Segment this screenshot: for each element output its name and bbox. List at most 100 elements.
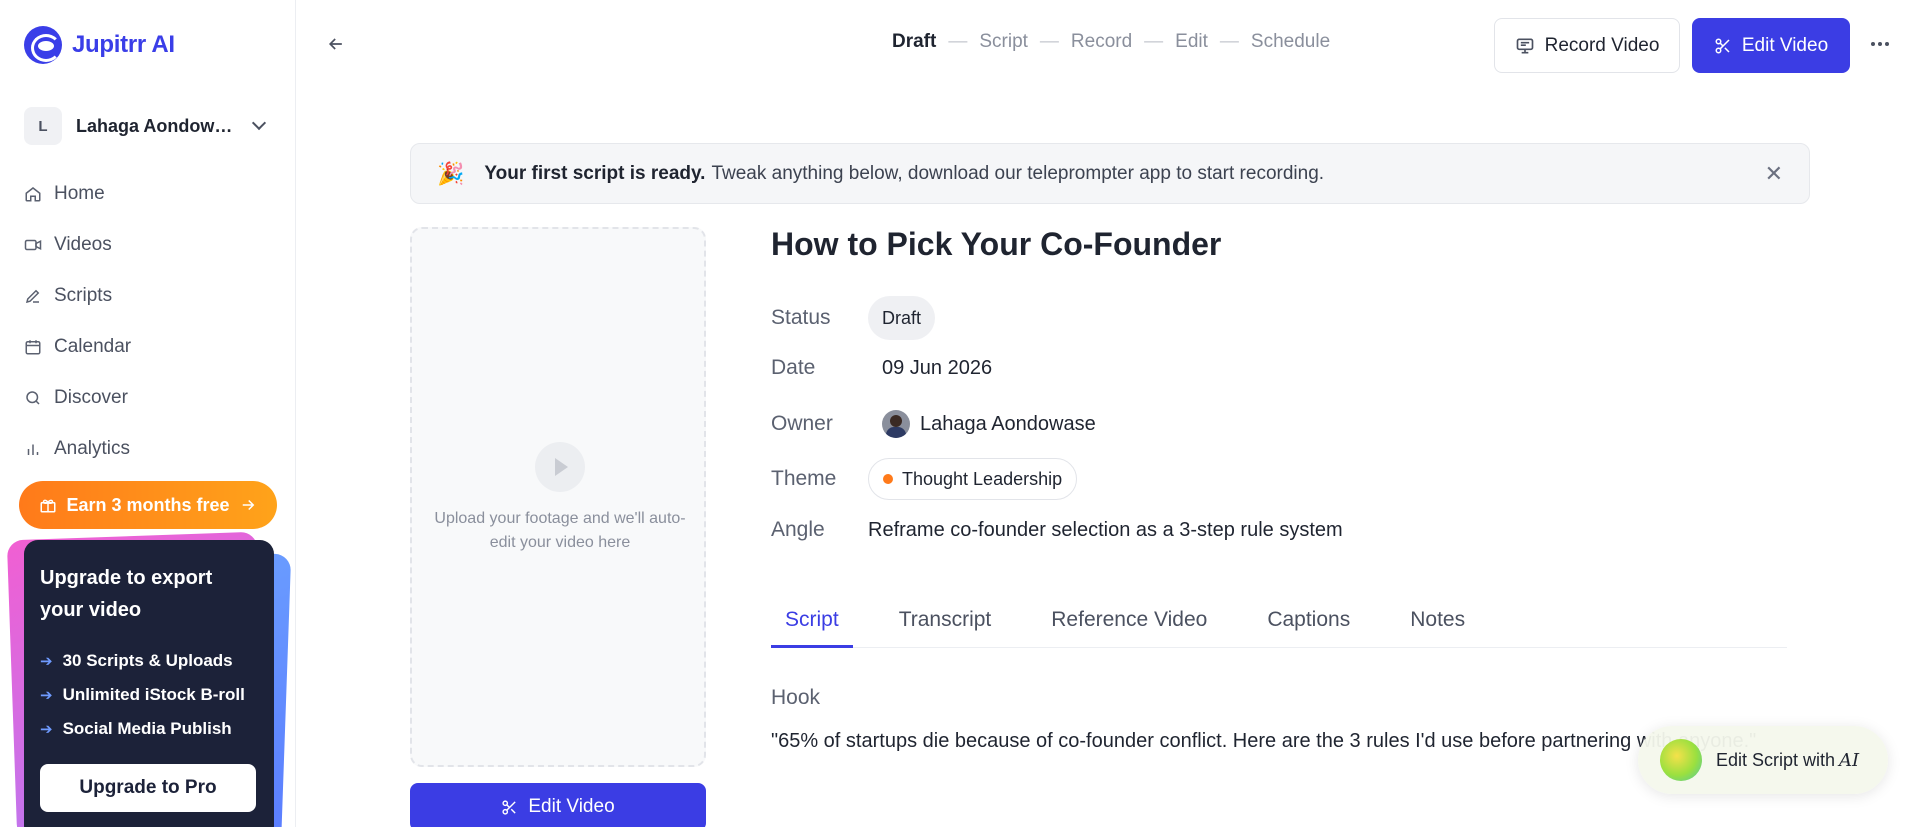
list-item: ➔ Social Media Publish xyxy=(40,712,258,746)
upgrade-to-pro-button[interactable]: Upgrade to Pro xyxy=(40,764,256,812)
owner-label: Owner xyxy=(771,412,833,435)
sidebar-item-videos[interactable]: Videos xyxy=(24,219,274,270)
banner-text: Tweak anything below, download our telep… xyxy=(711,162,1325,184)
home-icon xyxy=(25,186,41,201)
banner-title: Your first script is ready. xyxy=(484,162,706,184)
owner-row: Owner Lahaga Aondowase xyxy=(771,410,1671,438)
close-icon[interactable]: ✕ xyxy=(1765,161,1783,187)
edit-video-button[interactable]: Edit Video xyxy=(1692,18,1850,73)
edit-video-bottom-button[interactable]: Edit Video xyxy=(410,783,706,827)
status-badge[interactable]: Draft xyxy=(868,296,936,340)
script-ready-banner: 🎉 Your first script is ready. Tweak anyt… xyxy=(410,143,1810,204)
ai-button-label: Edit Script with AI xyxy=(1716,750,1859,771)
step-separator: — xyxy=(1219,31,1239,52)
edit-video-label: Edit Video xyxy=(528,796,615,817)
angle-label: Angle xyxy=(771,518,825,541)
more-options-button[interactable] xyxy=(1866,30,1894,58)
theme-badge[interactable]: Thought Leadership xyxy=(868,458,1078,500)
edit-video-label: Edit Video xyxy=(1741,34,1829,56)
feature-label: Social Media Publish xyxy=(62,719,232,738)
sidebar-item-home[interactable]: Home xyxy=(24,168,274,219)
more-dot xyxy=(1878,42,1882,46)
sidebar-item-label: Analytics xyxy=(54,437,131,459)
ai-button-text: Edit Script with xyxy=(1716,749,1836,770)
sidebar-item-label: Calendar xyxy=(54,335,132,357)
record-video-button[interactable]: Record Video xyxy=(1494,18,1680,73)
list-item: ➔ Unlimited iStock B-roll xyxy=(40,678,258,712)
tab-script[interactable]: Script xyxy=(771,602,853,648)
sidebar-item-calendar[interactable]: Calendar xyxy=(24,321,274,372)
tab-notes[interactable]: Notes xyxy=(1396,602,1479,648)
theme-label: Theme xyxy=(771,467,837,490)
calendar-icon xyxy=(25,339,41,354)
more-dot xyxy=(1871,42,1875,46)
search-icon xyxy=(26,390,40,405)
workspace-avatar: L xyxy=(24,107,62,145)
workspace-name: Lahaga Aondowase xyxy=(76,115,236,136)
theme-row: Theme Thought Leadership xyxy=(771,458,1671,500)
edit-script-with-ai-button[interactable]: Edit Script with AI xyxy=(1638,726,1888,794)
sidebar-item-scripts[interactable]: Scripts xyxy=(24,270,274,321)
upgrade-card: Upgrade to export your video ➔ 30 Scripts… xyxy=(24,540,274,827)
gift-icon xyxy=(40,499,56,513)
logo[interactable]: Jupitrr AI xyxy=(24,26,175,64)
step-separator: — xyxy=(1039,31,1059,52)
party-popper-icon: 🎉 xyxy=(437,160,465,186)
arrow-right-icon xyxy=(242,499,254,511)
owner-name[interactable]: Lahaga Aondowase xyxy=(920,413,1096,436)
step-script[interactable]: Script xyxy=(979,31,1028,53)
record-video-label: Record Video xyxy=(1544,34,1660,56)
tab-transcript[interactable]: Transcript xyxy=(885,602,1006,648)
step-draft[interactable]: Draft xyxy=(892,31,936,53)
sidebar-item-label: Videos xyxy=(54,233,112,255)
sidebar: Jupitrr AI L Lahaga Aondowase Home Video… xyxy=(0,0,296,827)
teleprompter-icon xyxy=(1516,38,1533,53)
step-edit[interactable]: Edit xyxy=(1175,31,1208,53)
arrow-right-icon: ➔ xyxy=(40,687,53,704)
upgrade-features: ➔ 30 Scripts & Uploads ➔ Unlimited iStock … xyxy=(40,644,258,746)
ai-orb-icon xyxy=(1660,739,1702,781)
sidebar-item-label: Home xyxy=(54,182,105,204)
arrow-left-icon xyxy=(328,38,342,50)
theme-dot-icon xyxy=(883,474,893,484)
angle-value[interactable]: Reframe co-founder selection as a 3-step… xyxy=(868,519,1343,542)
date-row: Date 09 Jun 2026 xyxy=(771,356,1671,380)
step-separator: — xyxy=(948,31,968,52)
list-item: ➔ 30 Scripts & Uploads xyxy=(40,644,258,678)
sidebar-item-analytics[interactable]: Analytics xyxy=(24,423,274,474)
status-row: Status Draft xyxy=(771,296,1671,340)
video-title[interactable]: How to Pick Your Co-Founder xyxy=(771,226,1221,263)
arrow-right-icon: ➔ xyxy=(40,721,53,738)
feature-label: Unlimited iStock B-roll xyxy=(62,685,245,704)
scissors-icon xyxy=(1715,38,1730,53)
avatar xyxy=(882,410,910,438)
sidebar-item-label: Scripts xyxy=(54,284,113,306)
hook-label: Hook xyxy=(771,686,821,709)
upload-hint: Upload your footage and we'll auto-edit … xyxy=(434,510,686,551)
logo-text: Jupitrr AI xyxy=(72,31,175,58)
ai-suffix: AI xyxy=(1839,749,1860,771)
date-value[interactable]: 09 Jun 2026 xyxy=(882,357,992,380)
upgrade-promo: Upgrade to export your video ➔ 30 Scripts… xyxy=(6,530,292,827)
scissors-icon xyxy=(502,799,517,815)
earn-label: Earn 3 months free xyxy=(66,494,230,515)
sidebar-item-discover[interactable]: Discover xyxy=(24,372,274,423)
status-label: Status xyxy=(771,306,831,329)
tab-captions[interactable]: Captions xyxy=(1253,602,1364,648)
pencil-icon xyxy=(25,289,40,303)
angle-row: Angle Reframe co-founder selection as a … xyxy=(771,518,1671,542)
theme-value: Thought Leadership xyxy=(902,468,1063,489)
earn-free-months-button[interactable]: Earn 3 months free xyxy=(19,481,277,529)
footage-upload-dropzone[interactable]: Upload your footage and we'll auto-edit … xyxy=(410,227,706,767)
step-schedule[interactable]: Schedule xyxy=(1251,31,1330,53)
workflow-steps: Draft — Script — Record — Edit — Schedul… xyxy=(892,31,1330,53)
sidebar-item-label: Discover xyxy=(54,386,128,408)
workspace-switcher[interactable]: L Lahaga Aondowase xyxy=(24,106,274,146)
content-tabs: Script Transcript Reference Video Captio… xyxy=(771,602,1787,648)
play-icon xyxy=(535,442,585,492)
tab-reference-video[interactable]: Reference Video xyxy=(1037,602,1221,648)
step-record[interactable]: Record xyxy=(1071,31,1132,53)
video-icon xyxy=(24,239,42,250)
feature-label: 30 Scripts & Uploads xyxy=(62,651,233,670)
back-button[interactable] xyxy=(322,30,350,58)
